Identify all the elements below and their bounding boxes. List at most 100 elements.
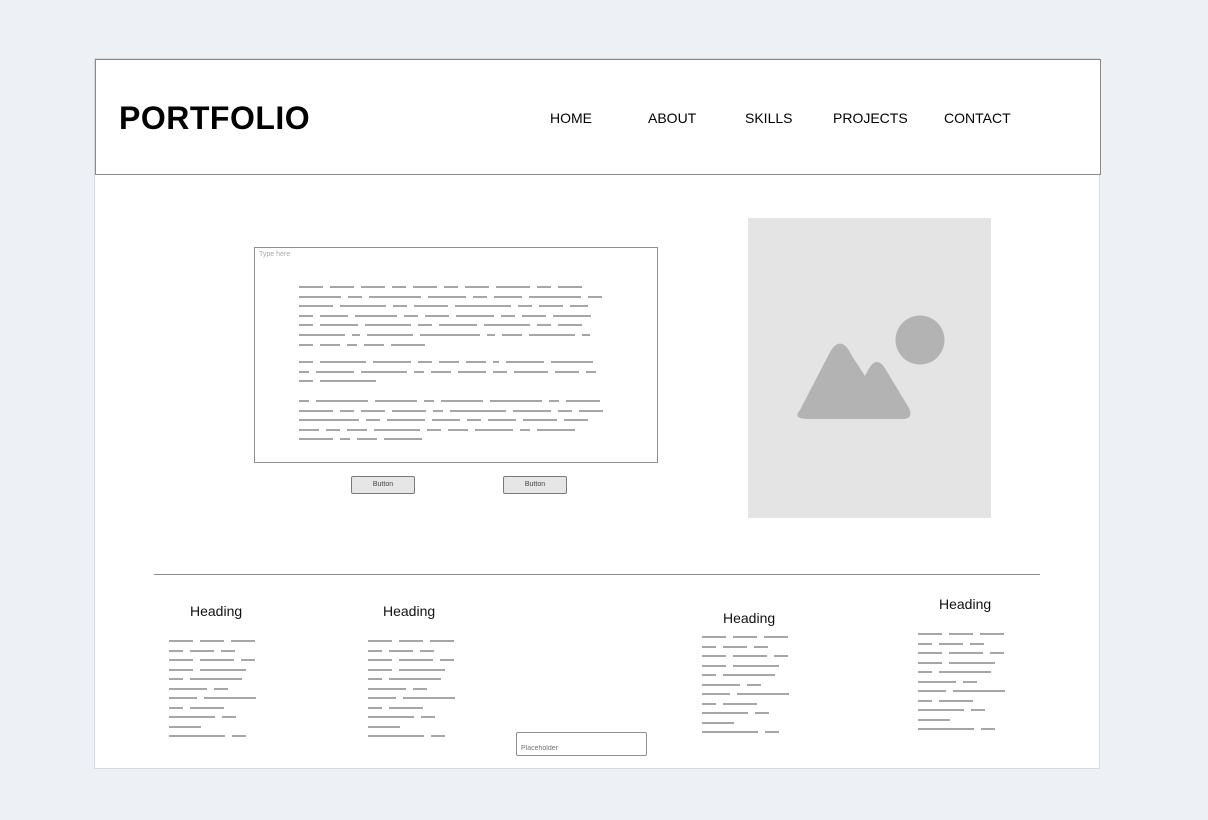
placeholder-word <box>439 361 459 363</box>
placeholder-word <box>450 409 506 412</box>
placeholder-word <box>418 361 432 363</box>
placeholder-word <box>169 725 201 728</box>
placeholder-word <box>441 400 483 402</box>
placeholder-word <box>918 633 942 635</box>
placeholder-word <box>431 735 445 737</box>
placeholder-word <box>420 649 434 652</box>
placeholder-word <box>369 295 421 298</box>
placeholder-word <box>537 428 575 431</box>
placeholder-word <box>484 324 530 327</box>
placeholder-word <box>340 305 386 308</box>
nav-about[interactable]: ABOUT <box>648 110 696 126</box>
nav-skills[interactable]: SKILLS <box>745 110 792 126</box>
placeholder-word <box>918 671 932 673</box>
placeholder-word <box>330 286 354 288</box>
placeholder-word <box>918 728 974 730</box>
placeholder-word <box>299 380 313 383</box>
placeholder-word <box>506 361 544 363</box>
placeholder-word <box>918 642 932 645</box>
placeholder-word <box>299 334 345 336</box>
image-placeholder-icon <box>797 315 945 419</box>
page-frame: PORTFOLIO HOME ABOUT SKILLS PROJECTS CON… <box>94 58 1101 769</box>
placeholder-word <box>949 652 983 654</box>
placeholder-word <box>439 324 477 327</box>
placeholder-word <box>702 731 758 733</box>
placeholder-word <box>384 438 422 441</box>
placeholder-word <box>702 683 740 686</box>
placeholder-word <box>241 659 255 661</box>
placeholder-word <box>340 409 354 412</box>
placeholder-word <box>558 324 582 327</box>
placeholder-word <box>368 659 392 661</box>
placeholder-word <box>702 645 716 648</box>
placeholder-word <box>299 370 309 373</box>
placeholder-word <box>487 334 495 336</box>
placeholder-word <box>340 438 350 441</box>
placeholder-word <box>320 361 366 363</box>
placeholder-word <box>733 655 767 657</box>
placeholder-word <box>918 690 946 692</box>
placeholder-word <box>348 295 362 298</box>
placeholder-word <box>496 286 530 288</box>
placeholder-word <box>299 305 333 308</box>
placeholder-word <box>368 706 382 709</box>
placeholder-word <box>316 400 368 402</box>
placeholder-word <box>549 400 559 402</box>
placeholder-word <box>200 668 246 671</box>
hero-image-placeholder <box>748 218 991 518</box>
section-divider <box>154 574 1040 575</box>
placeholder-word <box>579 409 603 412</box>
placeholder-word <box>433 409 443 412</box>
placeholder-word <box>414 370 424 373</box>
placeholder-word <box>366 419 380 422</box>
placeholder-word <box>558 286 582 288</box>
placeholder-word <box>774 655 788 657</box>
placeholder-word <box>169 735 225 737</box>
placeholder-word <box>523 419 557 422</box>
placeholder-word <box>953 690 1005 692</box>
placeholder-word <box>367 334 413 336</box>
nav-contact[interactable]: CONTACT <box>944 110 1011 126</box>
placeholder-word <box>404 314 418 317</box>
primary-button[interactable]: Button <box>351 476 415 494</box>
placeholder-word <box>399 668 445 671</box>
placeholder-word <box>918 680 956 683</box>
placeholder-word <box>949 633 973 635</box>
nav-home[interactable]: HOME <box>550 110 592 126</box>
placeholder-word <box>299 286 323 288</box>
placeholder-word <box>190 678 242 680</box>
placeholder-word <box>456 314 494 317</box>
placeholder-word <box>553 314 591 317</box>
placeholder-word <box>368 668 392 671</box>
placeholder-word <box>190 649 214 652</box>
placeholder-word <box>566 400 600 402</box>
placeholder-word <box>432 419 460 422</box>
placeholder-word <box>467 419 481 422</box>
placeholder-word <box>200 659 234 661</box>
placeholder-word <box>529 295 581 298</box>
placeholder-word <box>425 314 449 317</box>
hero-textarea[interactable]: Type here <box>254 247 658 463</box>
placeholder-word <box>389 649 413 652</box>
placeholder-word <box>522 314 546 317</box>
placeholder-word <box>430 640 454 642</box>
placeholder-word <box>374 428 420 431</box>
placeholder-word <box>320 380 376 383</box>
placeholder-word <box>765 731 779 733</box>
footer-input[interactable] <box>516 732 647 756</box>
placeholder-word <box>539 305 563 308</box>
secondary-button[interactable]: Button <box>503 476 567 494</box>
placeholder-word <box>939 699 973 702</box>
placeholder-word <box>413 687 427 690</box>
placeholder-word <box>347 428 367 431</box>
placeholder-word <box>347 343 357 346</box>
placeholder-word <box>320 343 340 346</box>
placeholder-word <box>299 409 333 412</box>
nav-projects[interactable]: PROJECTS <box>833 110 908 126</box>
placeholder-word <box>361 409 385 412</box>
site-logo[interactable]: PORTFOLIO <box>119 100 310 137</box>
placeholder-word <box>723 674 775 676</box>
placeholder-word <box>200 640 224 642</box>
placeholder-word <box>299 343 313 346</box>
placeholder-word <box>981 728 995 730</box>
